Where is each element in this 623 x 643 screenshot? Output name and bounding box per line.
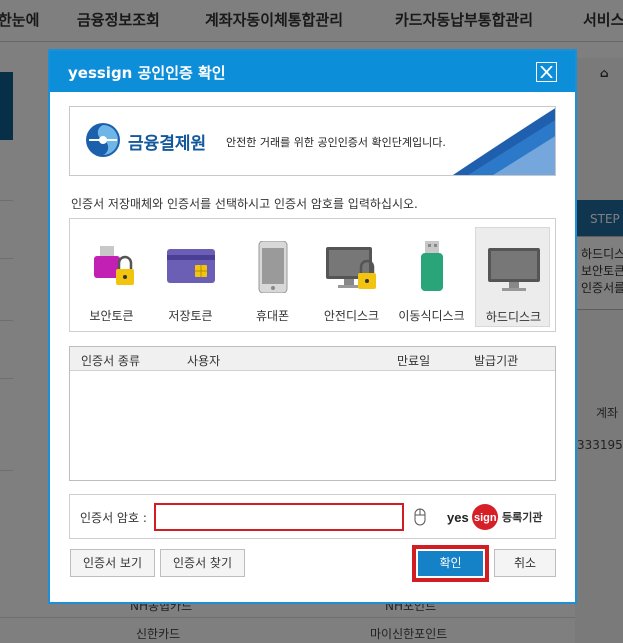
mouse-icon[interactable] (414, 508, 426, 526)
certificate-list-header: 인증서 종류 사용자 만료일 발급기관 (70, 347, 555, 371)
media-label: 휴대폰 (255, 309, 290, 323)
view-certificate-button[interactable]: 인증서 보기 (70, 549, 155, 577)
yessign-logo-yes: yes (447, 510, 469, 525)
phone-icon (258, 241, 288, 293)
media-safe-disk[interactable]: 안전디스크 (314, 227, 389, 327)
monitor-lock-icon (326, 247, 376, 289)
storage-media-selector: 보안토큰 저장토큰 휴대폰 안전디스크 이동식디스크 하드디스크 (69, 218, 556, 332)
registration-label: 등록기관 (502, 511, 543, 524)
cancel-button[interactable]: 취소 (494, 549, 556, 577)
column-issuer[interactable]: 발급기관 (474, 352, 518, 369)
ok-button-highlight: 확인 (412, 545, 489, 582)
media-hard-disk[interactable]: 하드디스크 (475, 227, 550, 327)
instruction-text: 인증서 저장매체와 인증서를 선택하시고 인증서 암호를 입력하십시오. (71, 197, 418, 211)
column-expiry[interactable]: 만료일 (397, 352, 430, 369)
certificate-dialog: yessign 공인인증 확인 금융결제원 안전한 거래를 위한 공인인증서 확… (48, 49, 577, 604)
yessign-logo-sign: sign (474, 512, 497, 524)
dialog-titlebar[interactable]: yessign 공인인증 확인 (50, 51, 575, 92)
certificate-list[interactable]: 인증서 종류 사용자 만료일 발급기관 (69, 346, 556, 481)
media-security-token[interactable]: 보안토큰 (74, 227, 149, 327)
close-icon (540, 66, 553, 78)
password-row: 인증서 암호 : yes sign 등록기관 (69, 494, 556, 539)
find-certificate-button[interactable]: 인증서 찾기 (160, 549, 245, 577)
banner-org-name: 금융결제원 (128, 134, 207, 154)
password-label: 인증서 암호 : (80, 511, 147, 525)
password-input[interactable] (154, 503, 404, 531)
media-phone[interactable]: 휴대폰 (235, 227, 310, 327)
media-label: 이동식디스크 (398, 309, 465, 323)
media-label: 보안토큰 (89, 309, 134, 323)
dialog-title: yessign 공인인증 확인 (68, 64, 226, 82)
usb-drive-icon (421, 241, 443, 291)
close-button[interactable] (536, 62, 557, 82)
smart-card-icon (167, 249, 215, 283)
kftc-logo-icon (86, 123, 120, 157)
yessign-logo: yes sign (447, 504, 498, 530)
monitor-icon (488, 248, 540, 291)
kftc-banner: 금융결제원 안전한 거래를 위한 공인인증서 확인단계입니다. (69, 106, 556, 176)
column-cert-type[interactable]: 인증서 종류 (81, 352, 140, 369)
banner-subtitle: 안전한 거래를 위한 공인인증서 확인단계입니다. (226, 136, 446, 149)
ok-button[interactable]: 확인 (418, 551, 483, 576)
media-label: 저장토큰 (168, 309, 213, 323)
usb-lock-icon (94, 246, 134, 285)
media-label: 하드디스크 (485, 310, 542, 324)
media-removable-disk[interactable]: 이동식디스크 (394, 227, 469, 327)
column-user[interactable]: 사용자 (187, 352, 220, 369)
media-storage-token[interactable]: 저장토큰 (153, 227, 228, 327)
media-label: 안전디스크 (323, 309, 380, 323)
